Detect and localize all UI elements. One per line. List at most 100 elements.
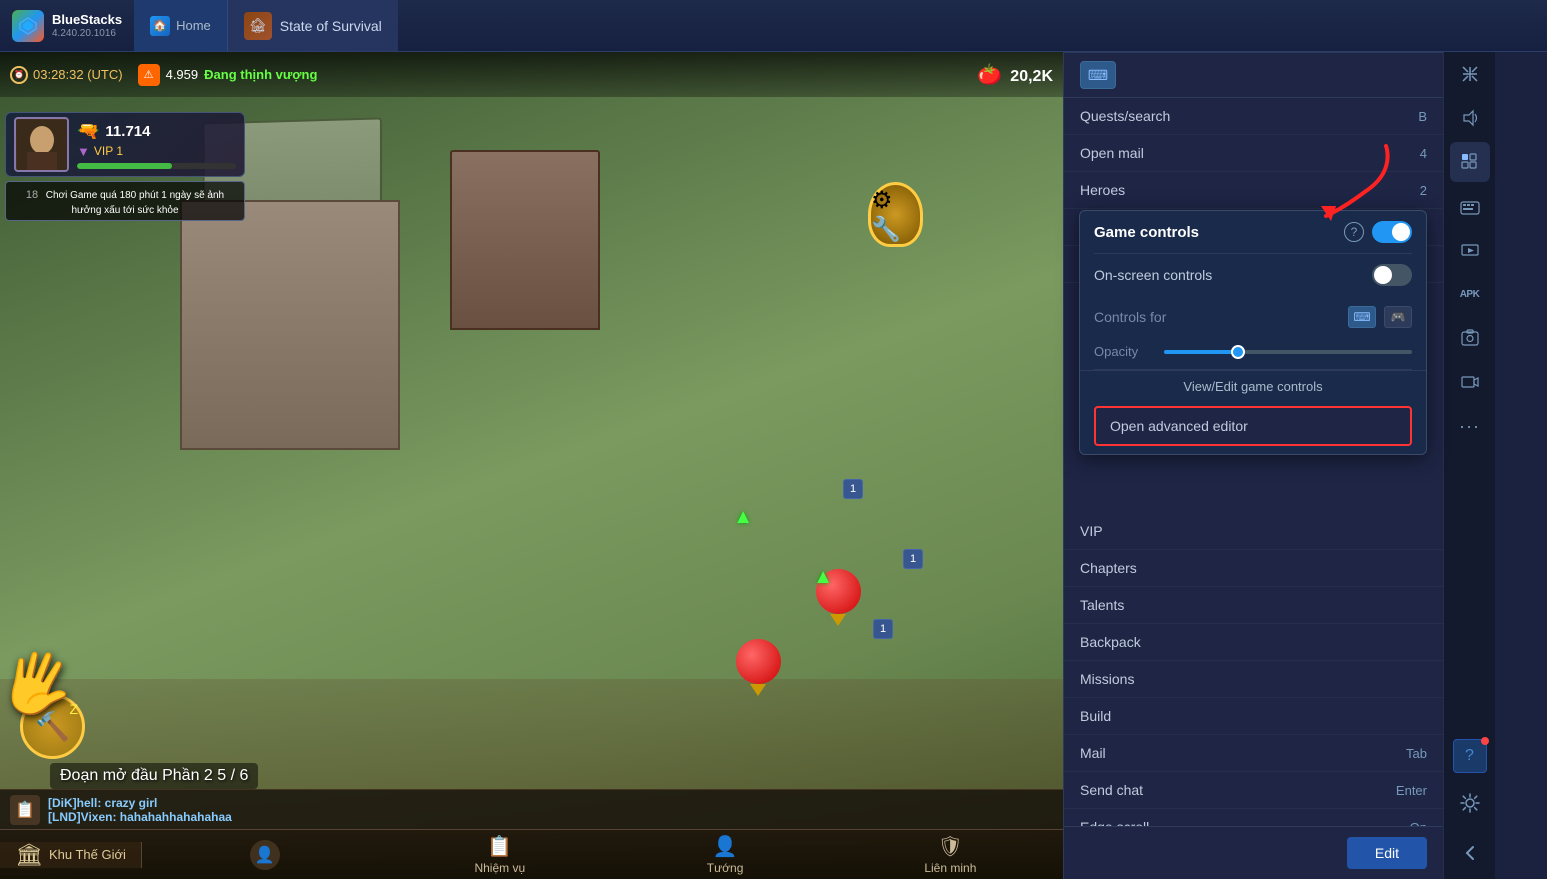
tomato-stem-1: [830, 614, 846, 626]
chat-name-2: [LND]Vixen: hahahahhahahahaa: [48, 810, 232, 824]
tomato-stem-2: [750, 684, 766, 696]
mail-label: Mail: [1080, 745, 1106, 761]
gear-marker: ⚙🔧: [868, 182, 923, 247]
keyboard-icon-btn[interactable]: ⌨: [1080, 61, 1116, 89]
home-tab[interactable]: 🏠 Home: [134, 0, 228, 51]
game-tab-icon: 🏚: [244, 12, 272, 40]
character-panel: 🔫 11.714 ▼ VIP 1 18 Chơi Game quá 180 ph…: [5, 112, 245, 221]
control-row-mail[interactable]: Open mail 4: [1064, 135, 1443, 172]
control-row-heroes[interactable]: Heroes 2: [1064, 172, 1443, 209]
alert-icon: ⚠: [138, 64, 160, 86]
chat-messages: [DiK]hell: crazy girl [LND]Vixen: hahaha…: [48, 796, 232, 824]
game-tab[interactable]: 🏚 State of Survival: [228, 0, 398, 51]
build-label: Build: [1080, 708, 1111, 724]
green-arrow-2: ▲: [813, 566, 833, 589]
popup-actions: ?: [1344, 221, 1412, 243]
clock-value: 03:28:32 (UTC): [33, 67, 123, 82]
help-icon[interactable]: ?: [1344, 222, 1364, 242]
vip-ctrl-label: VIP: [1080, 523, 1103, 539]
home-icon: 🏠: [150, 16, 170, 36]
keyboard-ctrl-icon[interactable]: ⌨: [1348, 306, 1376, 328]
resize-icon-btn[interactable]: [1450, 54, 1490, 94]
status-text: Đang thịnh vượng: [204, 67, 317, 82]
control-row-mail2[interactable]: Mail Tab: [1064, 735, 1443, 772]
control-row-edgescroll[interactable]: Edge scroll On: [1064, 809, 1443, 826]
open-mail-label: Open mail: [1080, 145, 1144, 161]
edit-button[interactable]: Edit: [1347, 837, 1427, 869]
sidebar-icons: APK ··· ?: [1443, 0, 1495, 879]
cast-icon-btn[interactable]: [1450, 230, 1490, 270]
chat-bar: 📋 [DiK]hell: crazy girl [LND]Vixen: haha…: [0, 789, 1063, 829]
control-row-quests[interactable]: Quests/search B: [1064, 98, 1443, 135]
chat-message-2: [LND]Vixen: hahahahhahahahaa: [48, 810, 232, 824]
heroes-key: 2: [1420, 183, 1427, 198]
controls-panel: Controls × ⌨ Quests/search B Open mail 4…: [1063, 0, 1443, 879]
advanced-editor-button[interactable]: Open advanced editor: [1094, 406, 1412, 446]
back-icon-btn[interactable]: [1450, 833, 1490, 873]
resource-count: 4.959: [166, 67, 199, 82]
sendchat-label: Send chat: [1080, 782, 1143, 798]
view-edit-button[interactable]: View/Edit game controls: [1080, 370, 1426, 402]
control-row-backpack[interactable]: Backpack: [1064, 624, 1443, 661]
mission-icon: 📋: [487, 834, 512, 859]
dots-icon-btn[interactable]: ···: [1450, 406, 1490, 446]
grid-select-icon-btn[interactable]: [1450, 142, 1490, 182]
game-tab-label: State of Survival: [280, 18, 382, 34]
control-row-build[interactable]: Build: [1064, 698, 1443, 735]
backpack-label: Backpack: [1080, 634, 1141, 650]
alliance-label: Liên minh: [924, 861, 976, 875]
right-panel: Controls × ⌨ Quests/search B Open mail 4…: [1063, 0, 1547, 879]
onscreen-toggle[interactable]: [1372, 264, 1412, 286]
popup-row-controls-for: Controls for ⌨ 🎮: [1080, 296, 1426, 338]
profile-icon[interactable]: 👤: [250, 840, 280, 870]
opacity-thumb: [1231, 345, 1245, 359]
opacity-label: Opacity: [1094, 344, 1154, 359]
taskbar: BlueStacks 4.240.20.1016 🏠 Home 🏚 State …: [0, 0, 1547, 52]
vip-label: VIP 1: [94, 144, 123, 158]
bluestacks-icon: [12, 10, 44, 42]
control-row-missions[interactable]: Missions: [1064, 661, 1443, 698]
story-label: Đoạn mở đầu Phần 2 5 / 6: [60, 767, 248, 784]
page-badge-2: 1: [903, 549, 923, 569]
nav-general[interactable]: 👤 Tướng: [612, 830, 837, 879]
controls-list: Quests/search B Open mail 4 Heroes 2 Ite…: [1064, 98, 1443, 826]
home-tab-label: Home: [176, 18, 211, 33]
power-value: 20,2K: [1010, 68, 1053, 85]
nav-alliance[interactable]: 🛡 Liên minh: [838, 830, 1063, 879]
health-fill: [77, 163, 172, 169]
gamepad-ctrl-icon[interactable]: 🎮: [1384, 306, 1412, 328]
question-badge[interactable]: ?: [1453, 739, 1487, 773]
notif-dot: [1481, 737, 1489, 745]
onscreen-controls-label: On-screen controls: [1094, 267, 1212, 283]
opacity-slider[interactable]: [1164, 350, 1412, 354]
settings-icon-btn[interactable]: [1450, 783, 1490, 823]
mail-key: Tab: [1406, 746, 1427, 761]
game-topbar: ⏰ 03:28:32 (UTC) ⚠ 4.959 Đang thịnh vượn…: [0, 52, 1063, 97]
popup-title: Game controls: [1094, 224, 1199, 241]
bottom-nav: 🏛 Khu Thế Giới 👤 📋 Nhiệm vụ 👤 Tướng 🛡 Li…: [0, 829, 1063, 879]
control-row-talents[interactable]: Talents: [1064, 587, 1443, 624]
mission-label: Nhiệm vụ: [474, 861, 525, 875]
screenshot-icon-btn[interactable]: [1450, 318, 1490, 358]
keyboard-icon-btn-side[interactable]: [1450, 186, 1490, 226]
controls-icon-row: ⌨: [1064, 53, 1443, 98]
control-row-sendchat[interactable]: Send chat Enter: [1064, 772, 1443, 809]
control-row-vip[interactable]: VIP: [1064, 513, 1443, 550]
missions-label: Missions: [1080, 671, 1134, 687]
world-zone-btn[interactable]: 🏛 Khu Thế Giới: [0, 842, 142, 868]
record-icon-btn[interactable]: [1450, 362, 1490, 402]
logo-version: 4.240.20.1016: [52, 28, 122, 39]
chat-message-1: [DiK]hell: crazy girl: [48, 796, 232, 810]
bluestacks-brand: BlueStacks 4.240.20.1016: [52, 12, 122, 39]
chapters-label: Chapters: [1080, 560, 1137, 576]
opacity-row: Opacity: [1080, 338, 1426, 369]
general-label: Tướng: [707, 861, 744, 875]
world-zone-label: Khu Thế Giới: [49, 847, 126, 862]
logo-name: BlueStacks: [52, 12, 122, 28]
apk-icon-btn[interactable]: APK: [1450, 274, 1490, 314]
game-controls-toggle[interactable]: [1372, 221, 1412, 243]
volume-icon-btn[interactable]: [1450, 98, 1490, 138]
controls-icons: ⌨ 🎮: [1348, 306, 1412, 328]
control-row-chapters[interactable]: Chapters: [1064, 550, 1443, 587]
nav-mission[interactable]: 📋 Nhiệm vụ: [387, 830, 612, 879]
